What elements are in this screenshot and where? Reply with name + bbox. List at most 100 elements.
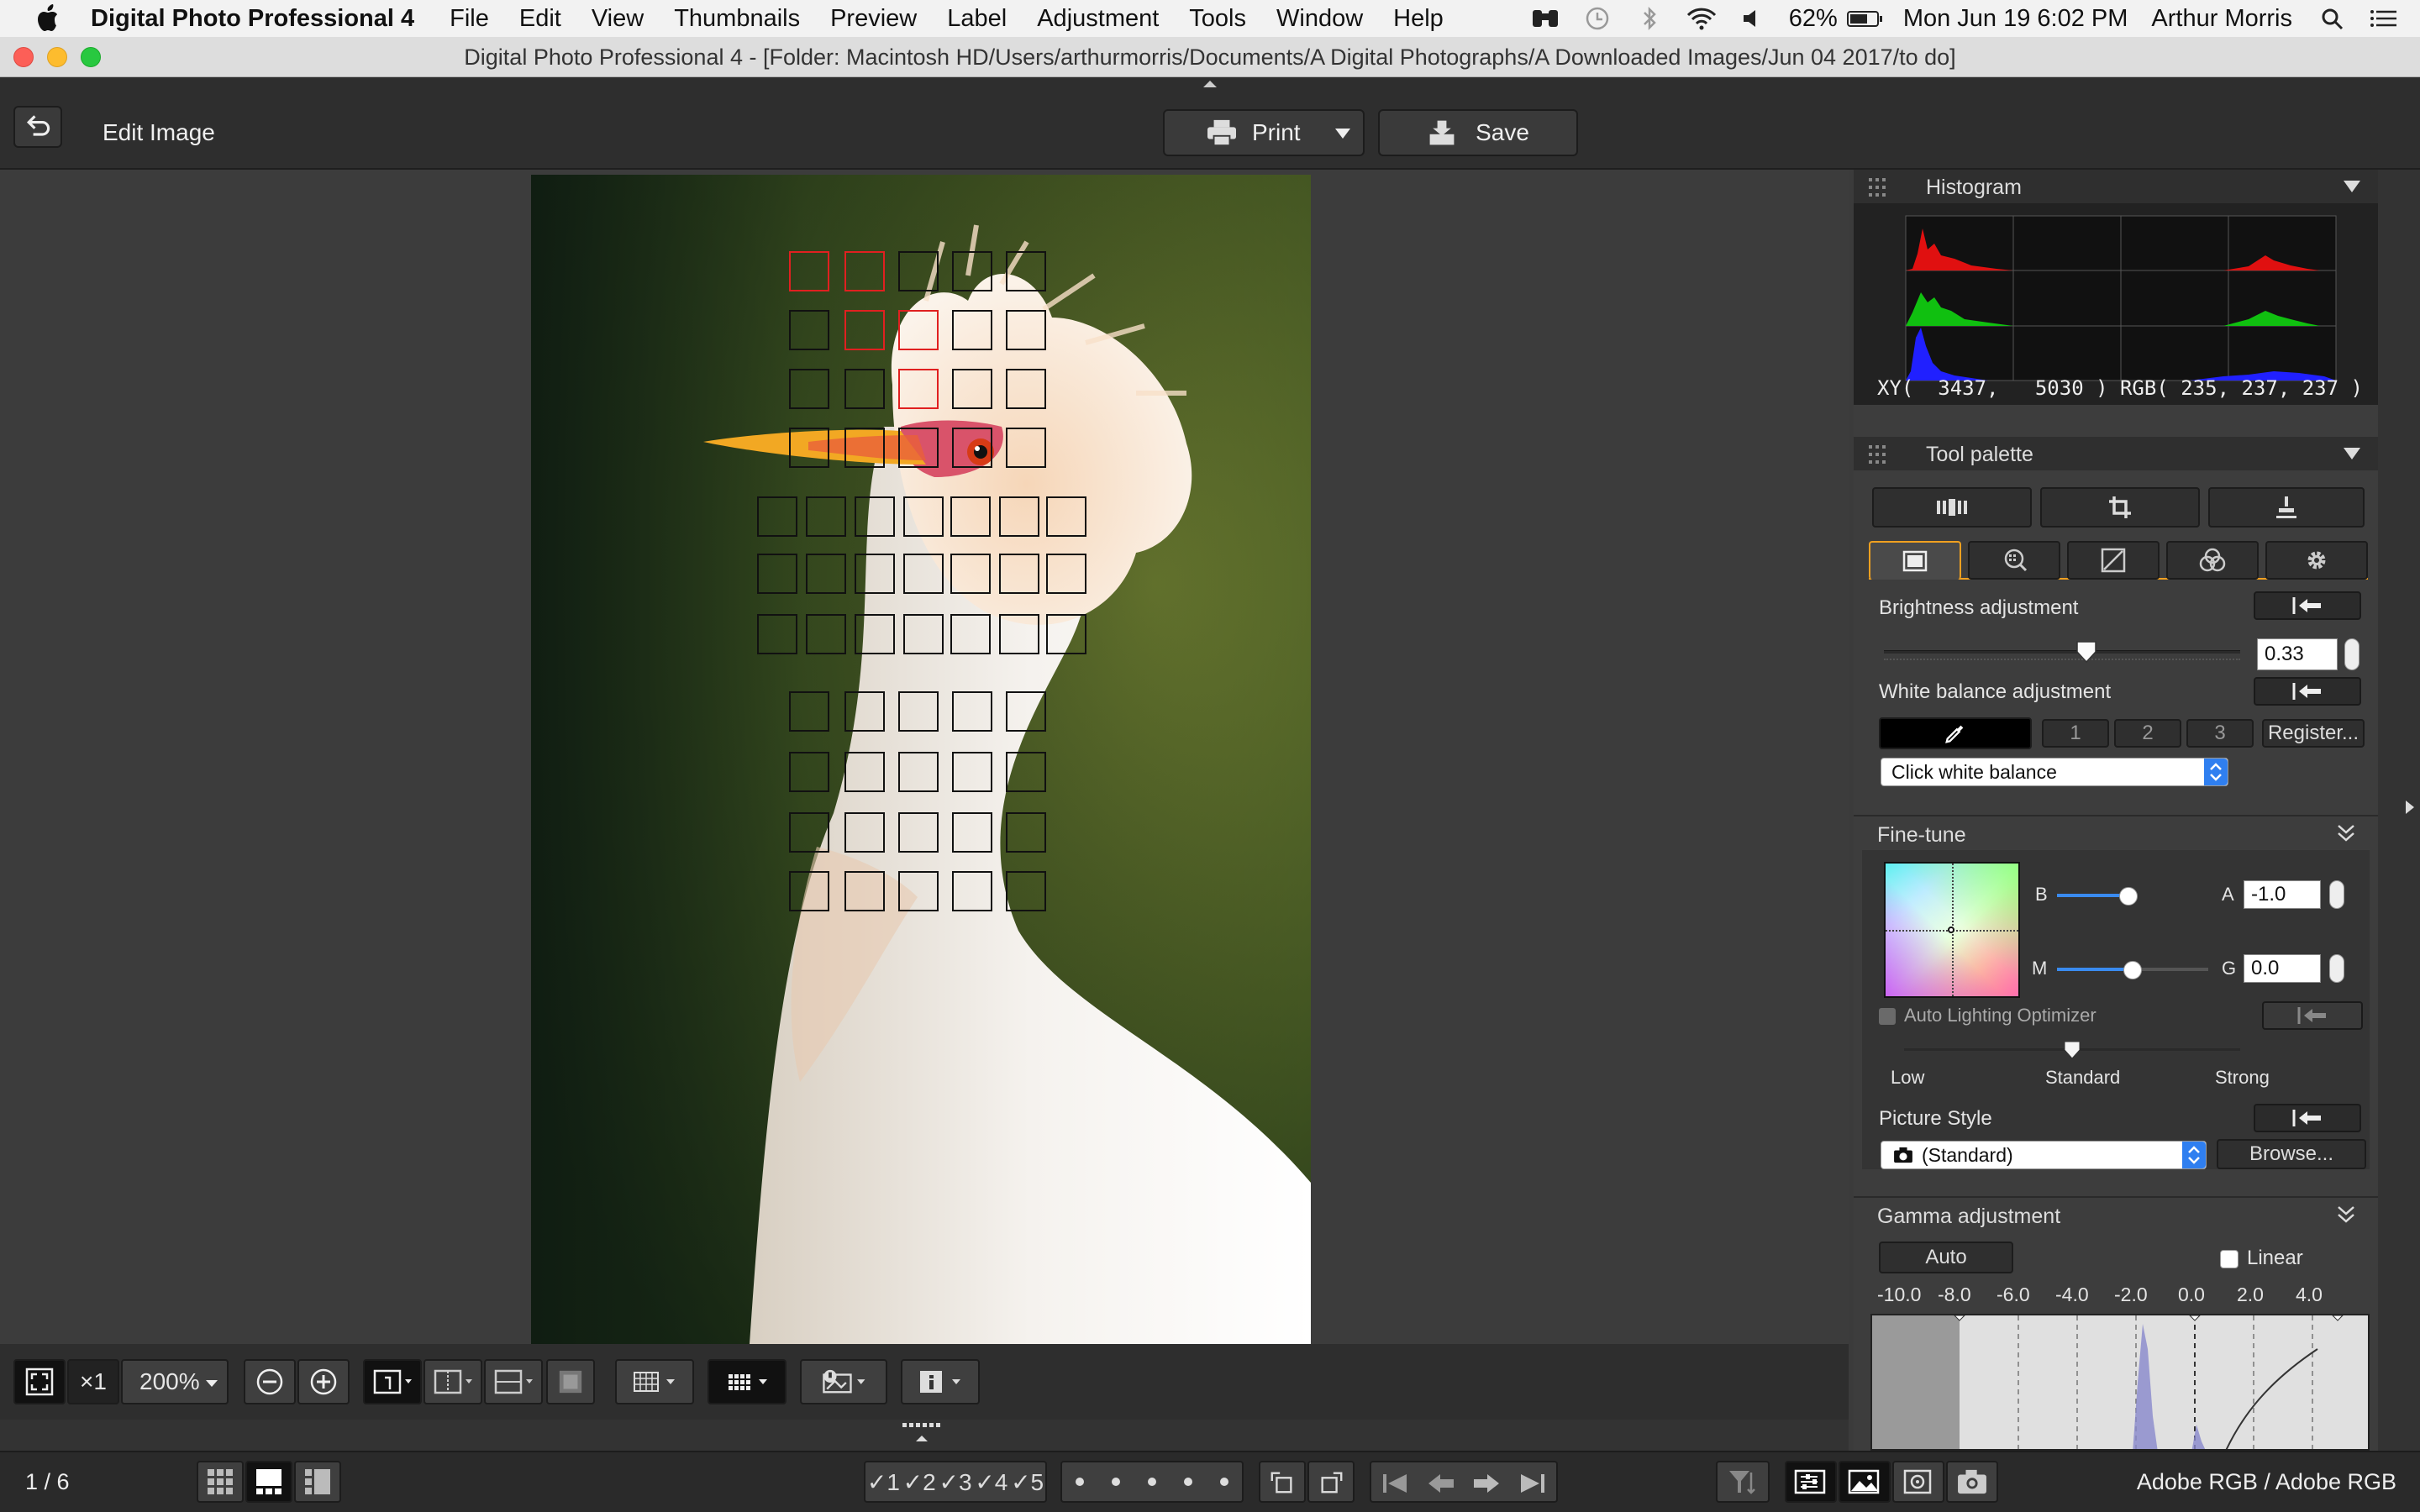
fit-to-window-button[interactable] <box>13 1359 66 1404</box>
apple-icon[interactable] <box>32 2 66 35</box>
grip-icon[interactable] <box>1869 178 1886 197</box>
color-wheel-point[interactable] <box>1948 927 1954 933</box>
menu-adjustment[interactable]: Adjustment <box>1037 5 1159 33</box>
panel-collapse-strip[interactable] <box>2378 170 2420 1451</box>
brightness-slider[interactable] <box>1884 640 2240 665</box>
previous-image-icon[interactable] <box>1427 1471 1455 1496</box>
rating-2-button[interactable]: ✓2 <box>903 1468 936 1496</box>
save-button[interactable]: Save <box>1378 109 1578 156</box>
menu-file[interactable]: File <box>450 5 489 33</box>
collapse-triangle-icon[interactable] <box>2343 447 2361 460</box>
notification-center-icon[interactable] <box>2368 5 2402 32</box>
zoom-1x-button[interactable]: ×1 <box>67 1359 119 1404</box>
tool-palette-header[interactable]: Tool palette <box>1854 437 2378 470</box>
zoom-out-button[interactable] <box>244 1359 296 1404</box>
menu-view[interactable]: View <box>592 5 644 33</box>
menu-preview[interactable]: Preview <box>830 5 917 33</box>
collapse-toolbar-icon[interactable] <box>1202 79 1218 89</box>
alo-slider[interactable] <box>1904 1040 2240 1060</box>
last-image-icon[interactable] <box>1518 1471 1546 1496</box>
double-chevron-icon[interactable] <box>2336 823 2356 843</box>
menu-label[interactable]: Label <box>947 5 1007 33</box>
filmstrip-handle-icon[interactable] <box>901 1421 943 1445</box>
alo-checkbox[interactable] <box>1879 1008 1896 1025</box>
next-image-icon[interactable] <box>1472 1471 1501 1496</box>
app-name-menu[interactable]: Digital Photo Professional 4 <box>91 5 414 33</box>
stamp-tool-button[interactable] <box>2208 487 2365 528</box>
side-filmstrip-view-button[interactable] <box>294 1461 341 1503</box>
clock[interactable]: Mon Jun 19 6:02 PM <box>1903 5 2128 33</box>
wb-preset-3-button[interactable]: 3 <box>2186 719 2254 748</box>
tab-lens-correction[interactable] <box>1968 541 2060 580</box>
star-rating-dot[interactable] <box>1076 1478 1085 1486</box>
star-rating-dot[interactable] <box>1112 1478 1121 1486</box>
grip-icon[interactable] <box>1869 445 1886 464</box>
mg-slider-thumb[interactable] <box>2123 961 2142 979</box>
wb-preset-2-button[interactable]: 2 <box>2114 719 2181 748</box>
binoculars-icon[interactable] <box>1528 5 1562 32</box>
ba-stepper[interactable] <box>2329 880 2344 909</box>
picture-style-browse-button[interactable]: Browse... <box>2217 1139 2366 1169</box>
menu-window[interactable]: Window <box>1276 5 1363 33</box>
alo-reset-button[interactable] <box>2262 1001 2363 1030</box>
expand-right-icon[interactable] <box>2405 800 2415 815</box>
photo-preview[interactable] <box>531 175 1311 1344</box>
brightness-reset-button[interactable] <box>2254 591 2361 620</box>
thumbnail-view-button[interactable] <box>197 1461 244 1503</box>
sync-view-button[interactable] <box>546 1359 595 1404</box>
af-point-display-button[interactable] <box>708 1359 786 1404</box>
mg-slider[interactable] <box>2057 961 2208 979</box>
star-rating-dot[interactable] <box>1219 1478 1228 1486</box>
highlight-warning-button[interactable] <box>800 1359 887 1404</box>
lens-aberration-button[interactable] <box>1892 1461 1944 1503</box>
tab-color-adjustment[interactable] <box>2166 541 2259 580</box>
single-view-button[interactable] <box>363 1359 422 1404</box>
rating-5-button[interactable]: ✓5 <box>1011 1468 1044 1496</box>
fine-tune-header[interactable]: Fine-tune <box>1854 815 2378 848</box>
rotate-right-button[interactable] <box>1307 1461 1355 1503</box>
menu-thumbnails[interactable]: Thumbnails <box>674 5 800 33</box>
ba-slider-thumb[interactable] <box>2119 887 2138 906</box>
star-rating-dot[interactable] <box>1183 1478 1192 1486</box>
compare-tool-button[interactable] <box>1872 487 2032 528</box>
bluetooth-icon[interactable] <box>1633 5 1666 32</box>
white-balance-select[interactable]: Click white balance <box>1881 758 2228 786</box>
alo-slider-thumb[interactable] <box>2063 1040 2081 1060</box>
adjustment-tool-button[interactable] <box>1785 1461 1837 1503</box>
mg-value-field[interactable]: 0.0 <box>2244 954 2321 983</box>
time-machine-icon[interactable] <box>1581 5 1614 32</box>
brightness-value-field[interactable]: 0.33 <box>2257 638 2338 670</box>
rating-1-button[interactable]: ✓1 <box>867 1468 900 1496</box>
zoom-level-select[interactable]: 200% <box>121 1359 229 1404</box>
compare-view-button[interactable] <box>484 1359 543 1404</box>
color-wheel-grid[interactable] <box>1884 862 2020 998</box>
white-balance-eyedropper-button[interactable] <box>1879 717 2032 749</box>
picture-style-select[interactable]: (Standard) <box>1881 1141 2207 1169</box>
rating-4-button[interactable]: ✓4 <box>975 1468 1007 1496</box>
ba-value-field[interactable]: -1.0 <box>2244 880 2321 909</box>
mg-stepper[interactable] <box>2329 954 2344 983</box>
wb-register-button[interactable]: Register... <box>2262 719 2365 748</box>
crop-tool-button[interactable] <box>2040 487 2200 528</box>
volume-icon[interactable] <box>1737 5 1770 32</box>
white-balance-reset-button[interactable] <box>2254 677 2361 706</box>
linear-checkbox[interactable] <box>2220 1250 2238 1268</box>
print-button[interactable]: Print <box>1163 109 1365 156</box>
info-display-button[interactable] <box>901 1359 980 1404</box>
spotlight-search-icon[interactable] <box>2316 5 2349 32</box>
filmstrip-view-button[interactable] <box>245 1461 292 1503</box>
ba-slider[interactable] <box>2057 887 2208 906</box>
picture-style-reset-button[interactable] <box>2254 1104 2361 1132</box>
gamma-header[interactable]: Gamma adjustment <box>1854 1196 2378 1230</box>
grid-overlay-button[interactable] <box>615 1359 694 1404</box>
double-chevron-icon[interactable] <box>2336 1205 2356 1225</box>
star-rating-dot[interactable] <box>1147 1478 1156 1486</box>
user-name[interactable]: Arthur Morris <box>2151 5 2292 33</box>
menu-tools[interactable]: Tools <box>1189 5 1246 33</box>
histogram-header[interactable]: Histogram <box>1854 170 2378 203</box>
gamma-auto-button[interactable]: Auto <box>1879 1242 2013 1273</box>
zoom-in-button[interactable] <box>297 1359 350 1404</box>
tab-basic-adjustment[interactable] <box>1869 541 1961 580</box>
wifi-icon[interactable] <box>1685 5 1718 32</box>
sort-filter-button[interactable] <box>1716 1461 1770 1503</box>
